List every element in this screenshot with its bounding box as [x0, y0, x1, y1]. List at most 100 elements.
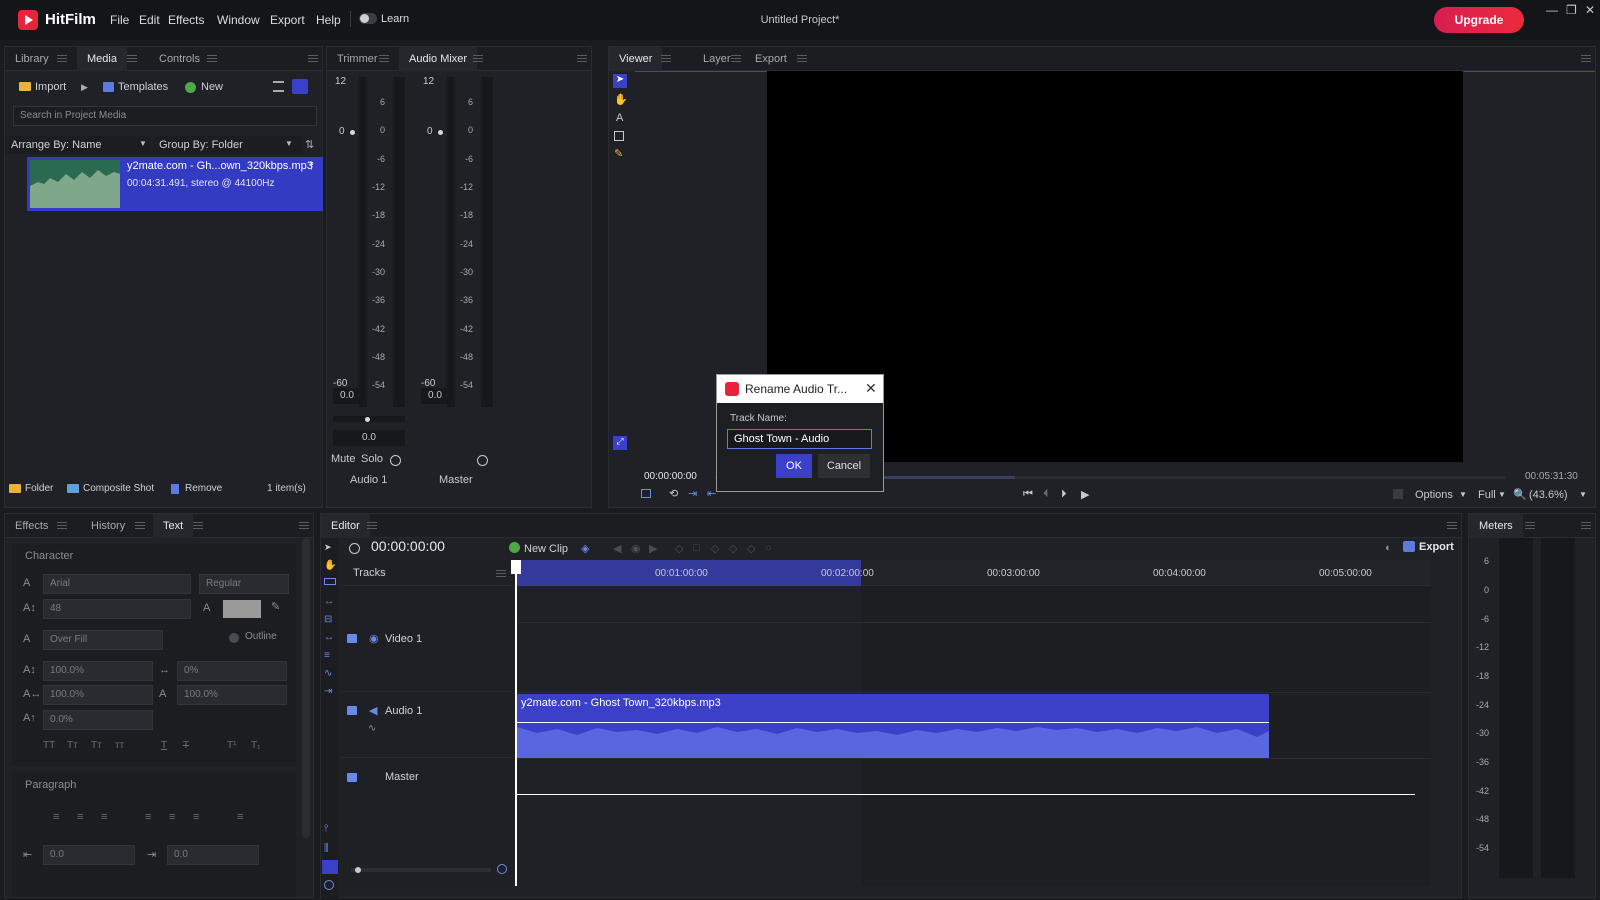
panel-menu-icon[interactable] [1581, 55, 1591, 62]
ch1-fader-knob[interactable] [350, 130, 355, 135]
indent-left-input[interactable]: 0.0 [43, 845, 135, 865]
track-height-icon[interactable] [322, 860, 338, 874]
zoom-level[interactable]: (43.6%) [1529, 489, 1568, 501]
minimize-icon[interactable]: — [1546, 3, 1558, 17]
small-caps-button[interactable]: Tт [67, 740, 78, 751]
ch1-pan-value[interactable]: 0.0 [333, 430, 405, 446]
hand-tool-icon[interactable]: ✋ [614, 93, 628, 106]
media-search-input[interactable]: Search in Project Media [13, 106, 317, 126]
tab-menu-icon[interactable] [193, 522, 203, 529]
loop-icon[interactable]: ○ [765, 542, 772, 554]
export-button[interactable]: Export [1419, 541, 1454, 553]
solo-button[interactable]: Solo [361, 453, 383, 465]
ch2-fader-knob[interactable] [438, 130, 443, 135]
panel-menu-icon[interactable] [1447, 522, 1457, 529]
panel-menu-icon[interactable] [299, 522, 309, 529]
maximize-icon[interactable]: ❐ [1566, 3, 1577, 17]
audio-track-name[interactable]: Audio 1 [385, 705, 422, 717]
justify-center-icon[interactable]: ≡ [169, 811, 175, 823]
ch1-volume-value[interactable]: 0.0 [333, 388, 361, 404]
ch2-record-icon[interactable] [477, 455, 488, 466]
all-caps-button[interactable]: TT [43, 740, 55, 751]
mute-button[interactable]: Mute [331, 453, 355, 465]
roll-tool-icon[interactable]: ↔ [324, 632, 334, 643]
layers-icon[interactable]: ◈ [581, 542, 589, 555]
lower-case-button[interactable]: тт [115, 740, 124, 751]
slice-tool-icon[interactable] [324, 578, 336, 585]
new-button[interactable]: New [201, 81, 223, 93]
tab-effects[interactable]: Effects [5, 514, 58, 538]
font-family-select[interactable]: Arial [43, 574, 191, 594]
upgrade-button[interactable]: Upgrade [1434, 7, 1524, 33]
ch1-record-icon[interactable] [390, 455, 401, 466]
tab-menu-icon[interactable] [731, 55, 741, 62]
render-icon[interactable]: ◐ [1385, 542, 1392, 554]
ok-button[interactable]: OK [776, 454, 812, 478]
tab-menu-icon[interactable] [207, 55, 217, 62]
tracks-menu-icon[interactable] [496, 570, 506, 577]
panel-menu-icon[interactable] [308, 55, 318, 62]
track-zoom-slider[interactable] [351, 868, 491, 872]
tab-audio-mixer[interactable]: Audio Mixer [399, 47, 478, 71]
import-arrow-icon[interactable]: ▶ [81, 82, 88, 93]
tab-library[interactable]: Library [5, 47, 59, 71]
master-volume-line[interactable] [517, 794, 1415, 795]
tab-viewer[interactable]: Viewer [609, 47, 663, 71]
align-left-icon[interactable]: ≡ [53, 811, 59, 823]
composite-shot-button[interactable]: Composite Shot [83, 483, 154, 494]
step-back-icon[interactable]: ⏴ [1043, 488, 1049, 501]
tab-menu-icon[interactable] [57, 522, 67, 529]
playhead[interactable] [515, 560, 517, 886]
tab-menu-icon[interactable] [473, 55, 483, 62]
align-center-icon[interactable]: ≡ [77, 811, 83, 823]
indent-right-input[interactable]: 0.0 [167, 845, 259, 865]
templates-button[interactable]: Templates [118, 81, 168, 93]
import-button[interactable]: Import [35, 81, 66, 93]
set-out-icon[interactable]: ⇤ [707, 487, 716, 500]
tab-media[interactable]: Media [77, 47, 127, 71]
timeline-area[interactable]: 00:01:00:00 00:02:00:00 00:03:00:00 00:0… [511, 560, 1431, 886]
pen-tool-icon[interactable]: ✎ [614, 147, 623, 160]
panel-menu-icon[interactable] [1581, 522, 1591, 529]
cancel-button[interactable]: Cancel [818, 454, 870, 478]
slip-tool-icon[interactable]: ↔ [324, 596, 334, 607]
underline-button[interactable]: T [161, 740, 167, 751]
tab-menu-icon[interactable] [127, 55, 137, 62]
ch1-pan-knob[interactable] [365, 417, 370, 422]
tab-menu-icon[interactable] [661, 55, 671, 62]
media-item[interactable]: y2mate.com - Gh...own_320kbps.mp3 00:04:… [27, 157, 323, 211]
keyframe-icon[interactable]: ◇ [729, 542, 737, 555]
tab-controls[interactable]: Controls [149, 47, 210, 71]
lock-icon[interactable] [347, 773, 357, 782]
tab-meters[interactable]: Meters [1469, 514, 1523, 538]
strikethrough-button[interactable]: T [183, 740, 189, 751]
tracking-input[interactable]: 0% [177, 661, 287, 681]
outline-toggle-icon[interactable] [229, 633, 239, 643]
tab-editor[interactable]: Editor [321, 514, 370, 538]
superscript-button[interactable]: T¹ [227, 740, 236, 751]
fill-color-swatch[interactable] [223, 600, 261, 618]
justify-all-icon[interactable]: ≡ [237, 811, 243, 823]
lock-icon[interactable] [347, 706, 357, 715]
loop-icon[interactable]: ⟲ [669, 487, 678, 500]
ch1-fader-track[interactable] [359, 77, 367, 407]
play-icon[interactable]: ▶ [1081, 488, 1089, 501]
panel-menu-icon[interactable] [577, 55, 587, 62]
step-forward-icon[interactable]: ⏵ [1061, 488, 1067, 501]
zoom-out-icon[interactable] [324, 880, 334, 890]
horizontal-scale-input[interactable]: 100.0% [43, 685, 153, 705]
tab-menu-icon[interactable] [57, 55, 67, 62]
arrange-dropdown[interactable]: Arrange By: Name ▼ [5, 136, 151, 154]
justify-right-icon[interactable]: ≡ [193, 811, 199, 823]
keyframe-icon[interactable]: ◇ [675, 542, 683, 555]
sort-icon[interactable]: ⇅ [305, 138, 314, 151]
playhead-handle[interactable] [511, 560, 521, 574]
mixer-toggle-icon[interactable]: ⫯ [324, 823, 328, 834]
ch2-fader-track[interactable] [447, 77, 455, 407]
keyframe-icon[interactable]: ◇ [711, 542, 719, 555]
mixer-settings-icon[interactable]: ⫯ [309, 160, 314, 173]
text-tool-icon[interactable]: A [616, 112, 623, 124]
eye-icon[interactable]: ◉ [369, 632, 379, 645]
align-right-icon[interactable]: ≡ [101, 811, 107, 823]
quality-dropdown[interactable]: Full [1478, 489, 1496, 501]
